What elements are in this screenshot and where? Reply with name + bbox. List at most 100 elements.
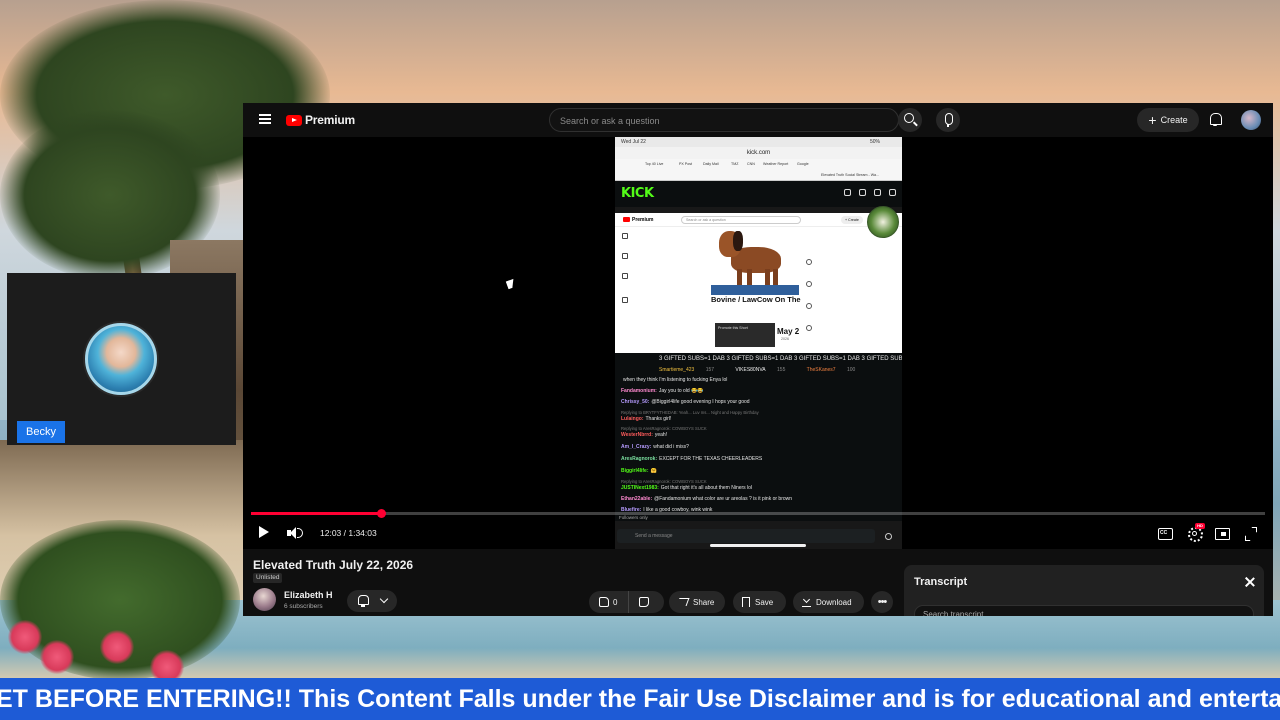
like-button[interactable]: 0 (589, 591, 629, 613)
youtube-logo[interactable]: Premium (286, 113, 355, 127)
ticker-text: ET BEFORE ENTERING!! This Content Falls … (0, 685, 1280, 713)
gear-icon (885, 533, 892, 540)
mouse-cursor (505, 278, 517, 290)
subscriber-count: 6 subscribers (284, 603, 323, 610)
embedded-title: Bovine / LawCow On The (711, 295, 801, 304)
progress-fill (251, 512, 381, 515)
search-input[interactable] (560, 113, 860, 128)
embedded-logo: Premium (623, 217, 653, 223)
chat-message: Ethan22able: @Fandamonium what color are … (621, 496, 793, 502)
captions-icon[interactable] (1158, 525, 1173, 541)
channel-badge (867, 206, 899, 238)
close-icon[interactable] (1245, 577, 1255, 587)
status-time: Wed Jul 22 (621, 139, 646, 145)
bell-icon[interactable] (1209, 112, 1222, 126)
flower (8, 620, 42, 654)
search-icon[interactable] (898, 108, 922, 132)
plus-icon: + (1148, 112, 1157, 128)
gifter: VIKES80NVA 155 (735, 367, 786, 373)
video-title: Elevated Truth July 22, 2026 (253, 558, 414, 572)
bookmark: PX Post (679, 162, 692, 166)
menu-icon[interactable] (259, 114, 271, 124)
webcam-name-tag: Becky (17, 421, 65, 443)
download-button[interactable]: Download (793, 591, 864, 613)
embedded-search: Search or ask a question (681, 216, 801, 224)
video-frame: Wed Jul 22 50% kick.com Top 40 Live PX P… (615, 137, 902, 549)
chat-message: Am_I_Crazy: what did i miss? (621, 444, 689, 450)
kick-icons (844, 189, 896, 196)
youtube-play-icon (286, 114, 302, 126)
progress-scrubber[interactable] (376, 509, 386, 518)
time-display: 12:03 / 1:34:03 (320, 528, 377, 538)
share-icon (676, 598, 690, 606)
youtube-window: Premium + Create Wed Jul 22 50% kick.com… (243, 103, 1273, 616)
fullscreen-icon[interactable] (1244, 525, 1258, 541)
avatar[interactable] (1241, 110, 1261, 130)
chat-reply: Replying to AresRagnorok: COWBOYS SUCK (621, 479, 707, 484)
like-count: 0 (613, 597, 618, 607)
bookmark: TMZ (731, 162, 739, 166)
embedded-actions (805, 259, 815, 349)
embedded-date: May 2 (777, 327, 800, 336)
chat-input: Send a message (617, 529, 875, 543)
mic-icon[interactable] (936, 108, 960, 132)
flower (40, 640, 74, 674)
chevron-down-icon (379, 594, 389, 604)
gift-ticker: 3 GIFTED SUBS=1 DAB 3 GIFTED SUBS=1 DAB … (615, 353, 902, 365)
transcript-title: Transcript (914, 576, 968, 588)
channel-avatar[interactable] (253, 588, 276, 611)
chat-message: when they think I'm listening to fucking… (623, 377, 728, 383)
bookmark: Daily Mail (703, 162, 719, 166)
hd-badge: HD (1195, 523, 1205, 529)
create-label: Create (1160, 115, 1188, 125)
status-bar: Wed Jul 22 50% (615, 137, 902, 147)
bookmarks-bar: Top 40 Live PX Post Daily Mail TMZ CNN W… (615, 159, 902, 181)
chat-message: WesterNbrrd: yeah! (621, 432, 668, 438)
save-button[interactable]: Save (733, 591, 786, 613)
create-button[interactable]: + Create (1137, 108, 1199, 132)
progress-bar[interactable] (251, 509, 1265, 518)
home-indicator (710, 544, 806, 547)
chat-message: JUSTINext1983: Got that right it's all ab… (621, 485, 753, 491)
status-battery: 50% (870, 139, 881, 145)
chat-message: Fandamonium: Jay you to old 😂😂 (621, 388, 704, 394)
volume-icon[interactable] (286, 525, 303, 541)
download-label: Download (816, 597, 852, 607)
share-label: Share (693, 597, 715, 607)
video-player[interactable]: Wed Jul 22 50% kick.com Top 40 Live PX P… (243, 137, 1273, 549)
chat-message: Chrissy_50: @Biggirl4life good evening I … (621, 399, 750, 405)
like-dislike-group: 0 (589, 591, 664, 613)
play-icon[interactable] (258, 525, 270, 541)
bookmark-icon (742, 597, 750, 607)
disclaimer-ticker: ET BEFORE ENTERING!! This Content Falls … (0, 678, 1280, 720)
chat-message: Biggirl4life: 🤗 (621, 468, 657, 474)
channel-name[interactable]: Elizabeth H (284, 590, 333, 600)
chat-pinned-gifters: Smartieme_423 157 VIKES80NVA 155 TheSKan… (615, 365, 902, 375)
kick-header: KICK (615, 181, 902, 207)
kick-logo: KICK (621, 186, 654, 201)
embedded-create: + Create (841, 216, 863, 224)
bell-icon (358, 595, 369, 607)
transcript-search-input[interactable]: Search transcript (914, 605, 1254, 616)
webcam-tile: Becky (7, 273, 236, 445)
browser-url: kick.com (615, 147, 902, 159)
miniplayer-icon[interactable] (1215, 525, 1230, 541)
thumbs-up-icon (599, 597, 609, 607)
bookmark: CNN (747, 162, 755, 166)
embedded-sidebar (615, 227, 635, 353)
search-box (549, 108, 899, 132)
chat-message: Lulaingo: Thanks girl! (621, 416, 672, 422)
transcript-panel: Transcript Search transcript (904, 565, 1264, 616)
gifter: TheSKanes7 100 (806, 367, 856, 373)
short-card: Promote this Short (715, 323, 775, 347)
chat-message: AresRagnorok: EXCEPT FOR THE TEXAS CHEERL… (621, 456, 763, 462)
download-icon (802, 597, 811, 607)
share-button[interactable]: Share (669, 591, 725, 613)
webcam-avatar (85, 323, 157, 395)
embedded-youtube: Premium Search or ask a question + Creat… (615, 213, 902, 353)
youtube-topbar: Premium + Create (243, 103, 1273, 137)
more-actions-button[interactable]: ••• (871, 591, 893, 613)
dislike-button[interactable] (639, 597, 649, 607)
notifications-button[interactable] (347, 590, 397, 612)
bookmark: Weather Report (763, 162, 789, 166)
